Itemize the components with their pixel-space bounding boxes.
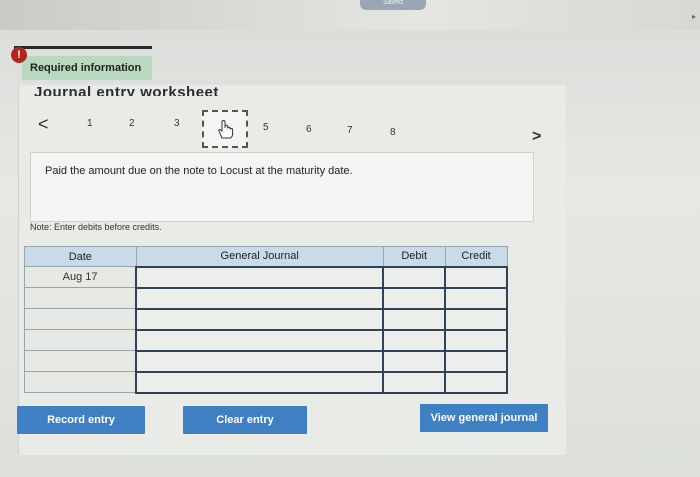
- debit-input[interactable]: [382, 349, 447, 373]
- date-cell[interactable]: [24, 350, 137, 372]
- credit-input[interactable]: [444, 286, 508, 310]
- edge-mark: ▸: [691, 12, 696, 21]
- prev-entry-button[interactable]: <: [38, 114, 49, 135]
- divider: [14, 46, 152, 49]
- page-2-button[interactable]: 2: [129, 118, 135, 129]
- entry-pager: < 1 2 3 5 6 7 8 >: [20, 108, 560, 152]
- table-row: [24, 286, 508, 310]
- date-cell[interactable]: [24, 329, 137, 351]
- general-journal-header: General Journal: [135, 246, 384, 267]
- worksheet-title: Journal entry worksheet: [34, 84, 219, 96]
- required-information-tab[interactable]: Required information: [22, 56, 152, 80]
- credit-input[interactable]: [444, 307, 508, 331]
- account-input[interactable]: [135, 265, 385, 289]
- alert-icon: !: [11, 47, 27, 63]
- table-row: [24, 349, 508, 373]
- account-input[interactable]: [135, 370, 385, 394]
- credit-input[interactable]: [444, 328, 508, 352]
- debit-input[interactable]: [382, 286, 447, 310]
- next-entry-button[interactable]: >: [532, 128, 541, 146]
- debit-input[interactable]: [382, 370, 447, 394]
- page-5-button[interactable]: 5: [263, 122, 269, 133]
- date-cell[interactable]: [24, 308, 137, 330]
- credit-header: Credit: [444, 246, 508, 267]
- clear-entry-button[interactable]: Clear entry: [183, 406, 307, 434]
- date-header: Date: [24, 246, 137, 267]
- account-input[interactable]: [135, 328, 385, 352]
- transaction-description-box: Paid the amount due on the note to Locus…: [30, 152, 534, 222]
- table-row: [24, 328, 508, 352]
- account-input[interactable]: [135, 307, 385, 331]
- journal-entry-table: Date General Journal Debit Credit Aug 17: [24, 246, 508, 394]
- page-1-button[interactable]: 1: [87, 118, 93, 129]
- debit-header: Debit: [382, 246, 446, 267]
- top-band: [0, 0, 700, 30]
- date-cell[interactable]: [24, 287, 137, 309]
- view-general-journal-button[interactable]: View general journal: [420, 404, 548, 432]
- page-6-button[interactable]: 6: [306, 124, 312, 135]
- record-entry-button[interactable]: Record entry: [17, 406, 145, 434]
- credit-input[interactable]: [444, 370, 508, 394]
- date-cell: Aug 17: [24, 266, 137, 288]
- page-8-button[interactable]: 8: [390, 127, 396, 138]
- table-row: [24, 370, 508, 394]
- debit-input[interactable]: [382, 307, 447, 331]
- credit-input[interactable]: [444, 349, 508, 373]
- account-input[interactable]: [135, 349, 385, 373]
- table-row: [24, 307, 508, 331]
- credit-input[interactable]: [444, 265, 508, 289]
- debit-input[interactable]: [382, 328, 447, 352]
- page-7-button[interactable]: 7: [347, 125, 353, 136]
- page-3-button[interactable]: 3: [174, 118, 180, 129]
- hand-pointer-icon: [218, 119, 234, 139]
- debit-input[interactable]: [382, 265, 447, 289]
- transaction-description: Paid the amount due on the note to Locus…: [45, 165, 353, 177]
- page-4-button-active[interactable]: [202, 110, 248, 148]
- table-row: Aug 17: [24, 265, 508, 289]
- account-input[interactable]: [135, 286, 385, 310]
- instruction-note: Note: Enter debits before credits.: [30, 222, 162, 232]
- date-cell[interactable]: [24, 371, 137, 393]
- saved-indicator: Saved: [360, 0, 426, 10]
- table-header-row: Date General Journal Debit Credit: [24, 246, 508, 267]
